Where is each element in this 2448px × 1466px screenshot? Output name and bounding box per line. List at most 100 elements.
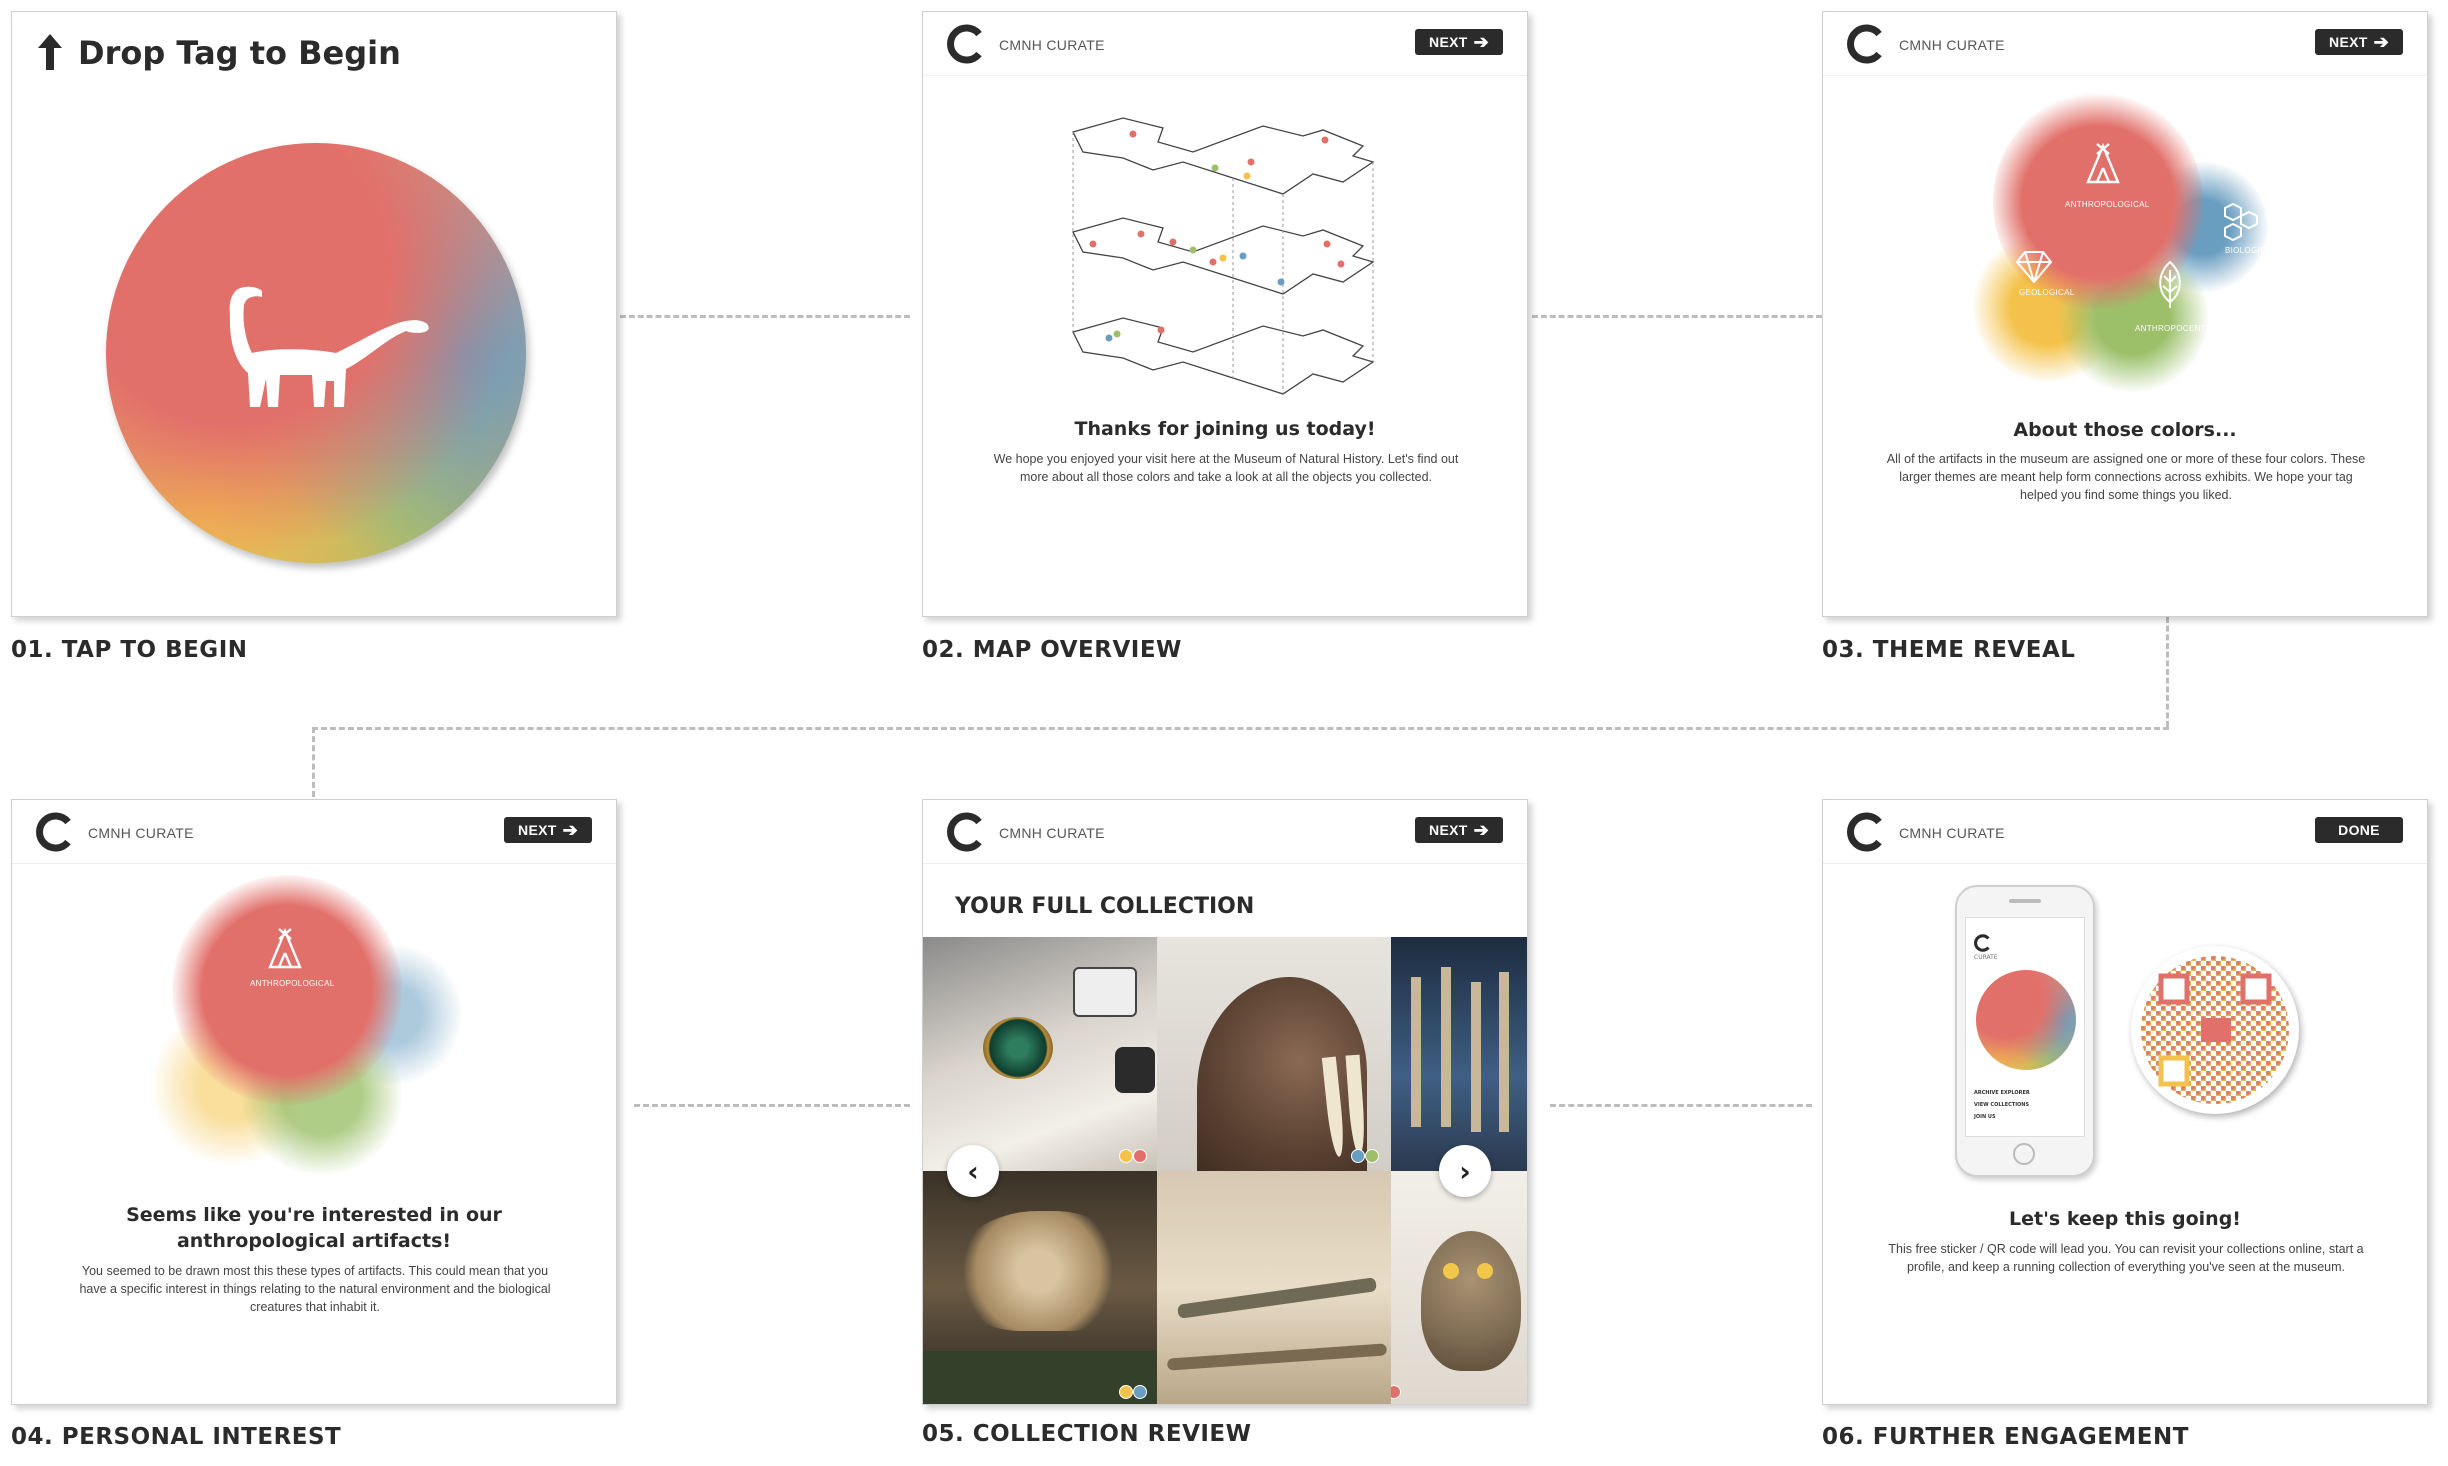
tag-reader-circle[interactable] [106,143,526,563]
curate-logo-icon [36,812,76,852]
badge-geological [1119,1385,1133,1399]
connector-row [312,727,2169,730]
curate-logo-icon [1847,24,1887,64]
caption-04: 04. PERSONAL INTEREST [11,1424,342,1450]
brand-label: CMNH CURATE [1899,825,2005,841]
phone-color-circle [1976,970,2076,1070]
curate-logo-icon [1847,812,1887,852]
next-label: NEXT [2329,34,2368,50]
dinosaur-icon [216,283,436,417]
app-header: CMNH CURATE DONE [1823,800,2427,864]
next-label: NEXT [518,822,557,838]
phone-home-button [2013,1143,2035,1165]
artifact-owl-photo[interactable] [1391,1171,1527,1404]
arrow-right-icon: ➔ [2373,32,2389,52]
screen-tap-to-begin: Drop Tag to Begin [11,11,617,617]
caption-06: 06. FURTHER ENGAGEMENT [1822,1424,2189,1450]
caption-05: 05. COLLECTION REVIEW [922,1421,1252,1447]
connector-4-5 [634,1104,910,1107]
arrow-right-icon: ➔ [562,820,578,840]
artifact-legs-photo[interactable] [1391,937,1527,1171]
brand-label: CMNH CURATE [999,825,1105,841]
phone-screen: CURATE ARCHIVE EXPLORER VIEW COLLECTIONS… [1965,917,2085,1137]
label-anthropological: ANTHROPOLOGICAL [250,979,335,988]
brand-label: CMNH CURATE [88,825,194,841]
carousel-prev-button[interactable]: ‹ [947,1145,999,1197]
screen-further-engagement: CMNH CURATE DONE CURATE ARCHIVE EXPLORER… [1822,799,2428,1405]
done-button[interactable]: DONE [2315,817,2403,843]
hexagon-icon [2221,202,2265,246]
screen-collection-review: CMNH CURATE NEXT ➔ YOUR FULL COLLECTION [922,799,1528,1405]
interest-venn: ANTHROPOLOGICAL [152,875,482,1185]
caption-03: 03. THEME REVEAL [1822,637,2076,663]
phone-link-join[interactable]: JOIN US [1974,1114,1996,1120]
caption-02: 02. MAP OVERVIEW [922,637,1182,663]
next-button[interactable]: NEXT ➔ [2315,29,2403,55]
screen3-title: About those colors... [2013,419,2237,441]
screen-personal-interest: CMNH CURATE NEXT ➔ ANTHROPOLOGICAL Seems … [11,799,617,1405]
theme-venn: ANTHROPOLOGICAL BIOLOGICAL GEOLOGICAL AN… [1973,92,2283,402]
connector-1-2 [620,315,910,318]
next-label: NEXT [1429,34,1468,50]
carousel-next-button[interactable]: › [1439,1145,1491,1197]
connector-5-6 [1550,1104,1812,1107]
app-header: CMNH CURATE NEXT ➔ [923,800,1527,864]
artifact-tools-photo[interactable] [1157,1171,1391,1404]
screen3-body: All of the artifacts in the museum are a… [1886,452,2366,502]
connector-2-3 [1532,315,1822,318]
screen2-title: Thanks for joining us today! [1074,418,1376,440]
app-header: CMNH CURATE NEXT ➔ [923,12,1527,76]
screen-map-overview: CMNH CURATE NEXT ➔ Thanks for joining us… [922,11,1528,617]
curate-logo-icon [947,812,987,852]
museum-floor-map [1063,112,1393,416]
badge-geological [1119,1149,1133,1163]
badge-anthropocentric [1365,1149,1379,1163]
badge-anthropological [1391,1385,1401,1399]
badge-biological [1133,1385,1147,1399]
chevron-right-icon: › [1459,1154,1471,1188]
anthropological-blob [172,875,402,1105]
label-anthropocentric: ANTHROPOCENTRIC [2135,324,2221,333]
phone-mockup: CURATE ARCHIVE EXPLORER VIEW COLLECTIONS… [1955,885,2095,1177]
phone-logo-icon [1974,934,1992,956]
chevron-left-icon: ‹ [967,1154,979,1188]
brand-label: CMNH CURATE [1899,37,2005,53]
caption-01: 01. TAP TO BEGIN [11,637,248,663]
next-label: NEXT [1429,822,1468,838]
arrow-right-icon: ➔ [1473,820,1489,840]
brand-label: CMNH CURATE [999,37,1105,53]
up-arrow-icon [36,32,64,72]
app-header: CMNH CURATE NEXT ➔ [1823,12,2427,76]
screen6-body: This free sticker / QR code will lead yo… [1888,1242,2364,1274]
artifact-triceratops-photo[interactable] [923,1171,1157,1404]
leaf-icon [2155,260,2185,314]
screen4-body: You seemed to be drawn most this these t… [79,1264,551,1314]
teepee-icon [2085,142,2121,190]
arrow-right-icon: ➔ [1473,32,1489,52]
badge-anthropological [1133,1149,1147,1163]
gem-icon [2013,250,2055,288]
teepee-icon [267,927,303,975]
phone-link-collections[interactable]: VIEW COLLECTIONS [1974,1102,2029,1108]
artifact-ring-photo[interactable] [923,937,1157,1171]
connector-row-down [312,727,315,797]
next-button[interactable]: NEXT ➔ [1415,817,1503,843]
next-button[interactable]: NEXT ➔ [1415,29,1503,55]
label-anthropological: ANTHROPOLOGICAL [2065,200,2150,209]
screen4-title-line2: anthropological artifacts! [176,1230,452,1252]
screen2-body: We hope you enjoyed your visit here at t… [993,452,1459,484]
done-label: DONE [2338,822,2380,838]
label-biological: BIOLOGICAL [2225,246,2277,255]
screen4-title-line1: Seems like you're interested in our [126,1204,502,1226]
qr-sticker [2131,946,2299,1114]
collection-title: YOUR FULL COLLECTION [955,894,1255,919]
drop-tag-prompt: Drop Tag to Begin [78,34,401,72]
connector-3-down [2166,617,2169,727]
curate-logo-icon [947,24,987,64]
artifact-walrus-photo[interactable] [1157,937,1391,1171]
next-button[interactable]: NEXT ➔ [504,817,592,843]
screen6-title: Let's keep this going! [2009,1208,2241,1230]
app-header: CMNH CURATE NEXT ➔ [12,800,616,864]
phone-brand: CURATE [1974,954,1998,961]
phone-link-archive[interactable]: ARCHIVE EXPLORER [1974,1090,2030,1096]
